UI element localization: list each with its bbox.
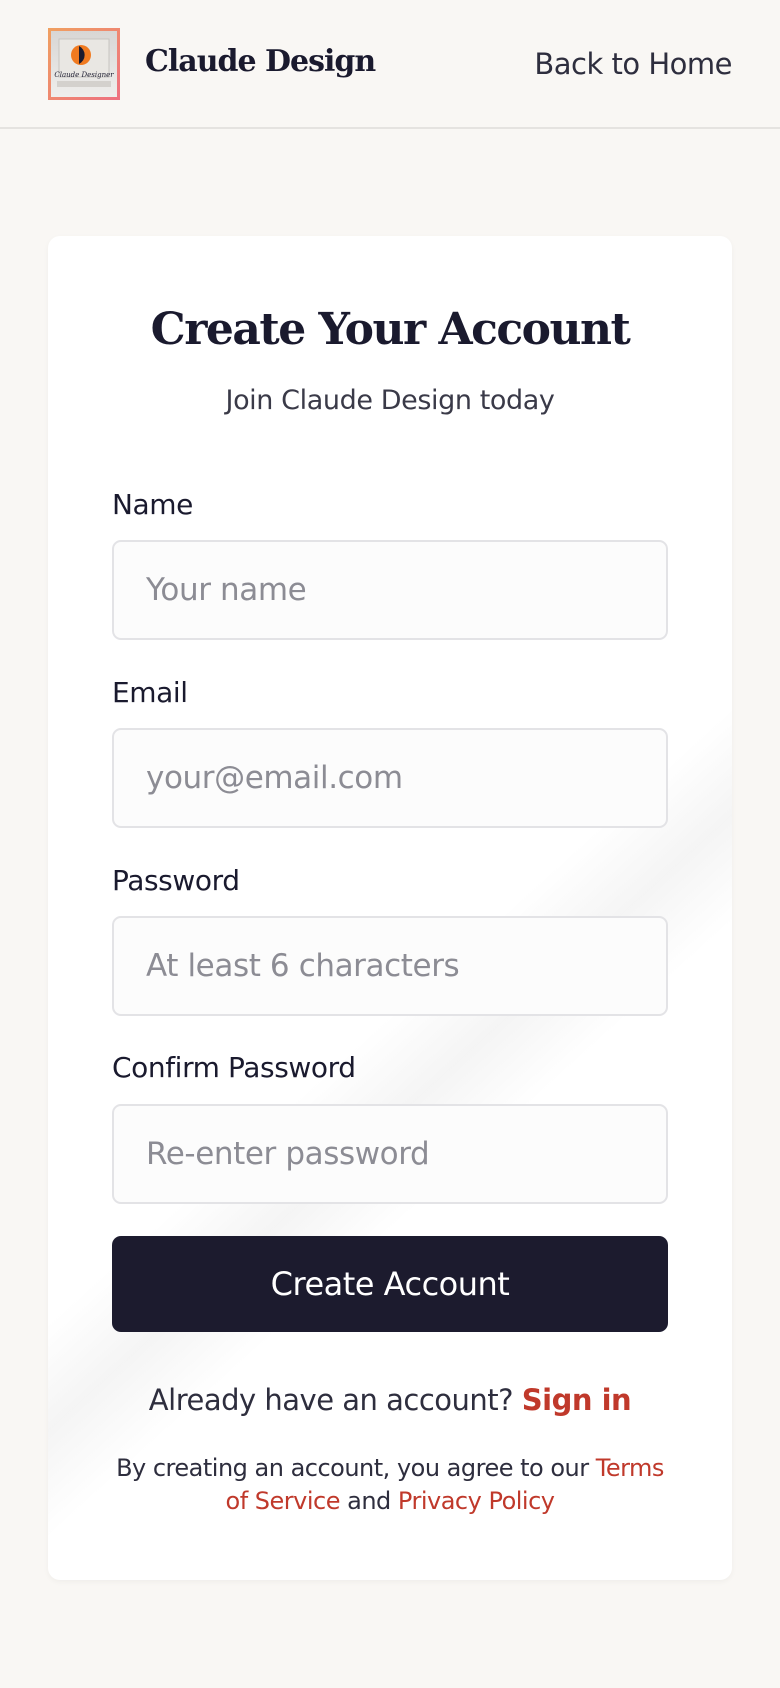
create-account-button[interactable]: Create Account (112, 1236, 668, 1332)
email-label: Email (112, 676, 188, 709)
page-title: Create Your Account (150, 304, 631, 355)
email-field[interactable] (112, 728, 668, 828)
signin-prompt-line: Already have an account? Sign in (0, 1380, 780, 1420)
top-nav: Claude Designer Claude Design Back to Ho… (0, 0, 780, 129)
logo-wordmark: Claude Designer (54, 71, 114, 79)
claude-designer-logo-icon[interactable]: Claude Designer (48, 28, 120, 100)
privacy-policy-link[interactable]: Privacy Policy (398, 1487, 555, 1515)
confirm-password-label: Confirm Password (112, 1051, 356, 1084)
name-label: Name (112, 488, 194, 521)
legal-prefix-text: By creating an account, you agree to our (116, 1454, 589, 1482)
name-field[interactable] (112, 540, 668, 640)
page-subtitle: Join Claude Design today (225, 385, 555, 416)
password-label: Password (112, 864, 240, 897)
sign-in-link[interactable]: Sign in (522, 1383, 632, 1417)
brand-name[interactable]: Claude Design (145, 40, 376, 84)
legal-notice: By creating an account, you agree to our… (112, 1452, 668, 1518)
password-field[interactable] (112, 916, 668, 1016)
back-to-home-link[interactable]: Back to Home (534, 44, 732, 84)
signup-card (48, 236, 732, 1580)
confirm-password-field[interactable] (112, 1104, 668, 1204)
signin-prompt-text: Already have an account? (148, 1383, 514, 1417)
legal-and-text: and (347, 1487, 391, 1515)
